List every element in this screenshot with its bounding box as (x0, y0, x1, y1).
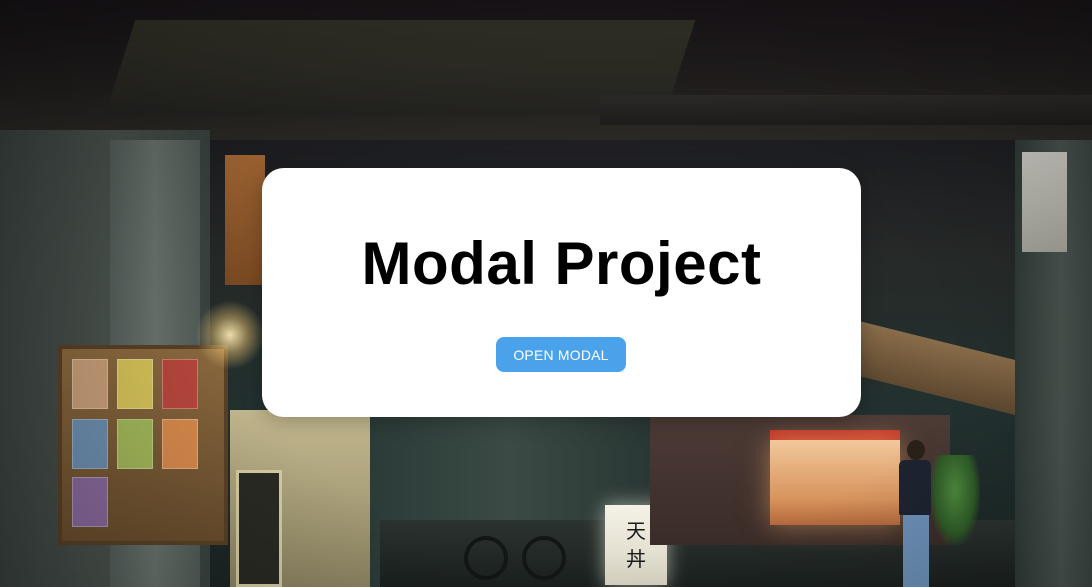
hero-card: Modal Project OPEN MODAL (262, 168, 861, 417)
page-title: Modal Project (361, 230, 762, 297)
open-modal-button[interactable]: OPEN MODAL (496, 337, 626, 372)
